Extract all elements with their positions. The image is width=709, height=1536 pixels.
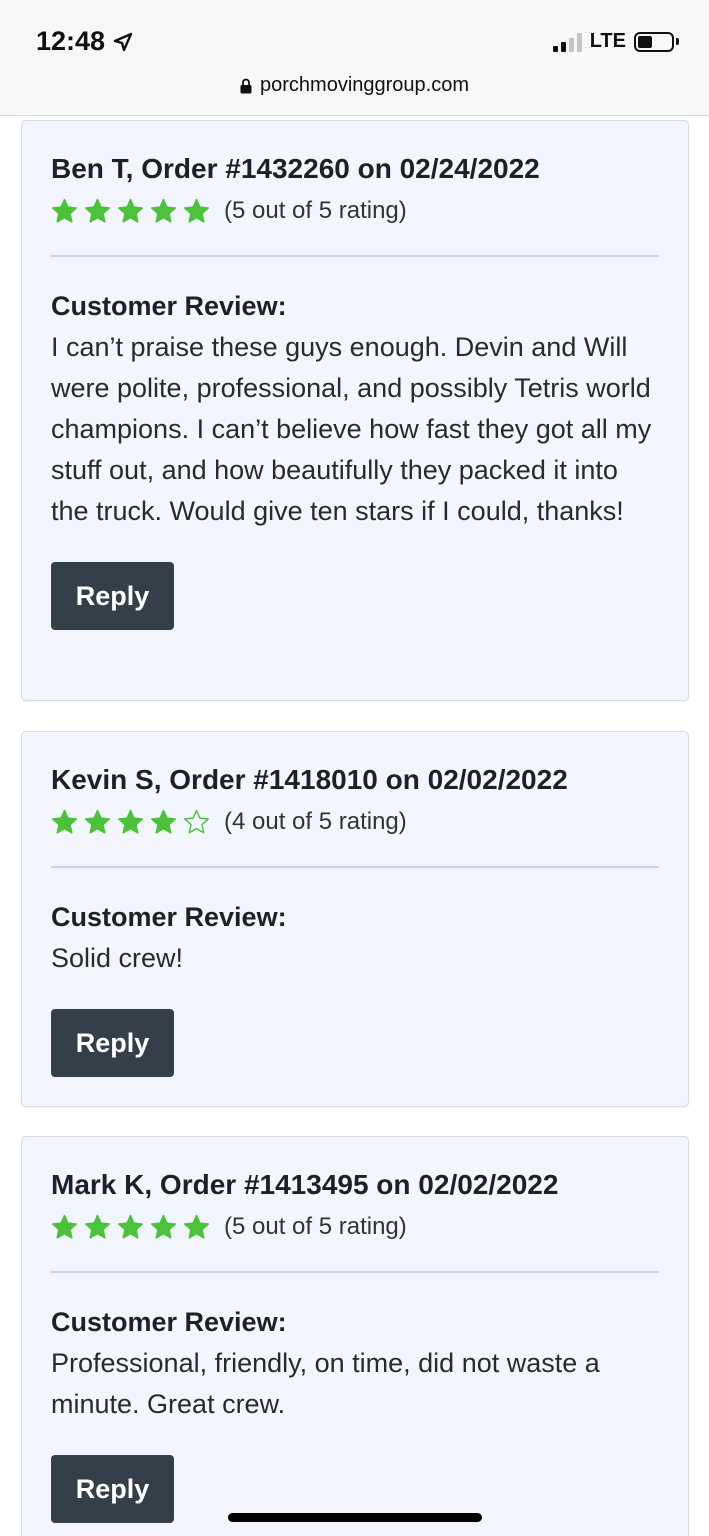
review-title: Ben T, Order #1432260 on 02/24/2022 (51, 153, 540, 184)
location-arrow-icon (113, 32, 133, 52)
status-bar: 12:48 LTE porchmovinggroup.com (0, 0, 709, 116)
reviews-list: Ben T, Order #1432260 on 02/24/2022 (5 o… (0, 116, 709, 1536)
review-text: Solid crew! (51, 943, 184, 973)
star-filled-icon (183, 1214, 210, 1239)
review-text: Professional, friendly, on time, did not… (51, 1348, 600, 1419)
address-bar[interactable]: porchmovinggroup.com (0, 74, 709, 97)
star-filled-icon (150, 198, 177, 223)
rating-text: (5 out of 5 rating) (224, 197, 407, 224)
time-text: 12:48 (36, 26, 106, 56)
review-label: Customer Review: (51, 902, 287, 932)
divider (51, 866, 659, 868)
network-type: LTE (589, 30, 626, 52)
star-filled-icon (117, 809, 144, 834)
home-indicator (228, 1513, 482, 1522)
clock: 12:48 (36, 26, 133, 57)
star-rating (51, 809, 210, 835)
star-empty-icon (184, 809, 209, 834)
star-filled-icon (84, 1214, 111, 1239)
reply-button[interactable]: Reply (51, 1009, 174, 1077)
star-filled-icon (117, 198, 144, 223)
star-filled-icon (117, 1214, 144, 1239)
review-label: Customer Review: (51, 1307, 287, 1337)
reply-button[interactable]: Reply (51, 562, 174, 630)
reply-button[interactable]: Reply (51, 1455, 174, 1523)
review-card: Ben T, Order #1432260 on 02/24/2022 (5 o… (21, 120, 689, 701)
star-rating (51, 198, 210, 224)
star-filled-icon (183, 198, 210, 223)
battery-icon (634, 31, 679, 52)
review-title: Kevin S, Order #1418010 on 02/02/2022 (51, 764, 568, 795)
rating-text: (5 out of 5 rating) (224, 1213, 407, 1240)
star-filled-icon (84, 809, 111, 834)
rating-row: (5 out of 5 rating) (51, 195, 659, 227)
review-title: Mark K, Order #1413495 on 02/02/2022 (51, 1169, 559, 1200)
star-filled-icon (150, 809, 177, 834)
star-filled-icon (51, 809, 78, 834)
review-card: Mark K, Order #1413495 on 02/02/2022 (5 … (21, 1136, 689, 1536)
divider (51, 1271, 659, 1273)
star-filled-icon (150, 1214, 177, 1239)
divider (51, 255, 659, 257)
review-label: Customer Review: (51, 291, 287, 321)
url-text: porchmovinggroup.com (260, 74, 469, 96)
star-filled-icon (51, 1214, 78, 1239)
rating-row: (4 out of 5 rating) (51, 806, 659, 838)
rating-text: (4 out of 5 rating) (224, 808, 407, 835)
status-icons: LTE (552, 30, 679, 53)
star-rating (51, 1214, 210, 1240)
rating-row: (5 out of 5 rating) (51, 1211, 659, 1243)
star-filled-icon (84, 198, 111, 223)
review-card: Kevin S, Order #1418010 on 02/02/2022 (4… (21, 731, 689, 1107)
star-filled-icon (51, 198, 78, 223)
review-text: I can’t praise these guys enough. Devin … (51, 332, 652, 526)
cellular-signal-icon (552, 32, 582, 52)
lock-icon (240, 78, 252, 94)
